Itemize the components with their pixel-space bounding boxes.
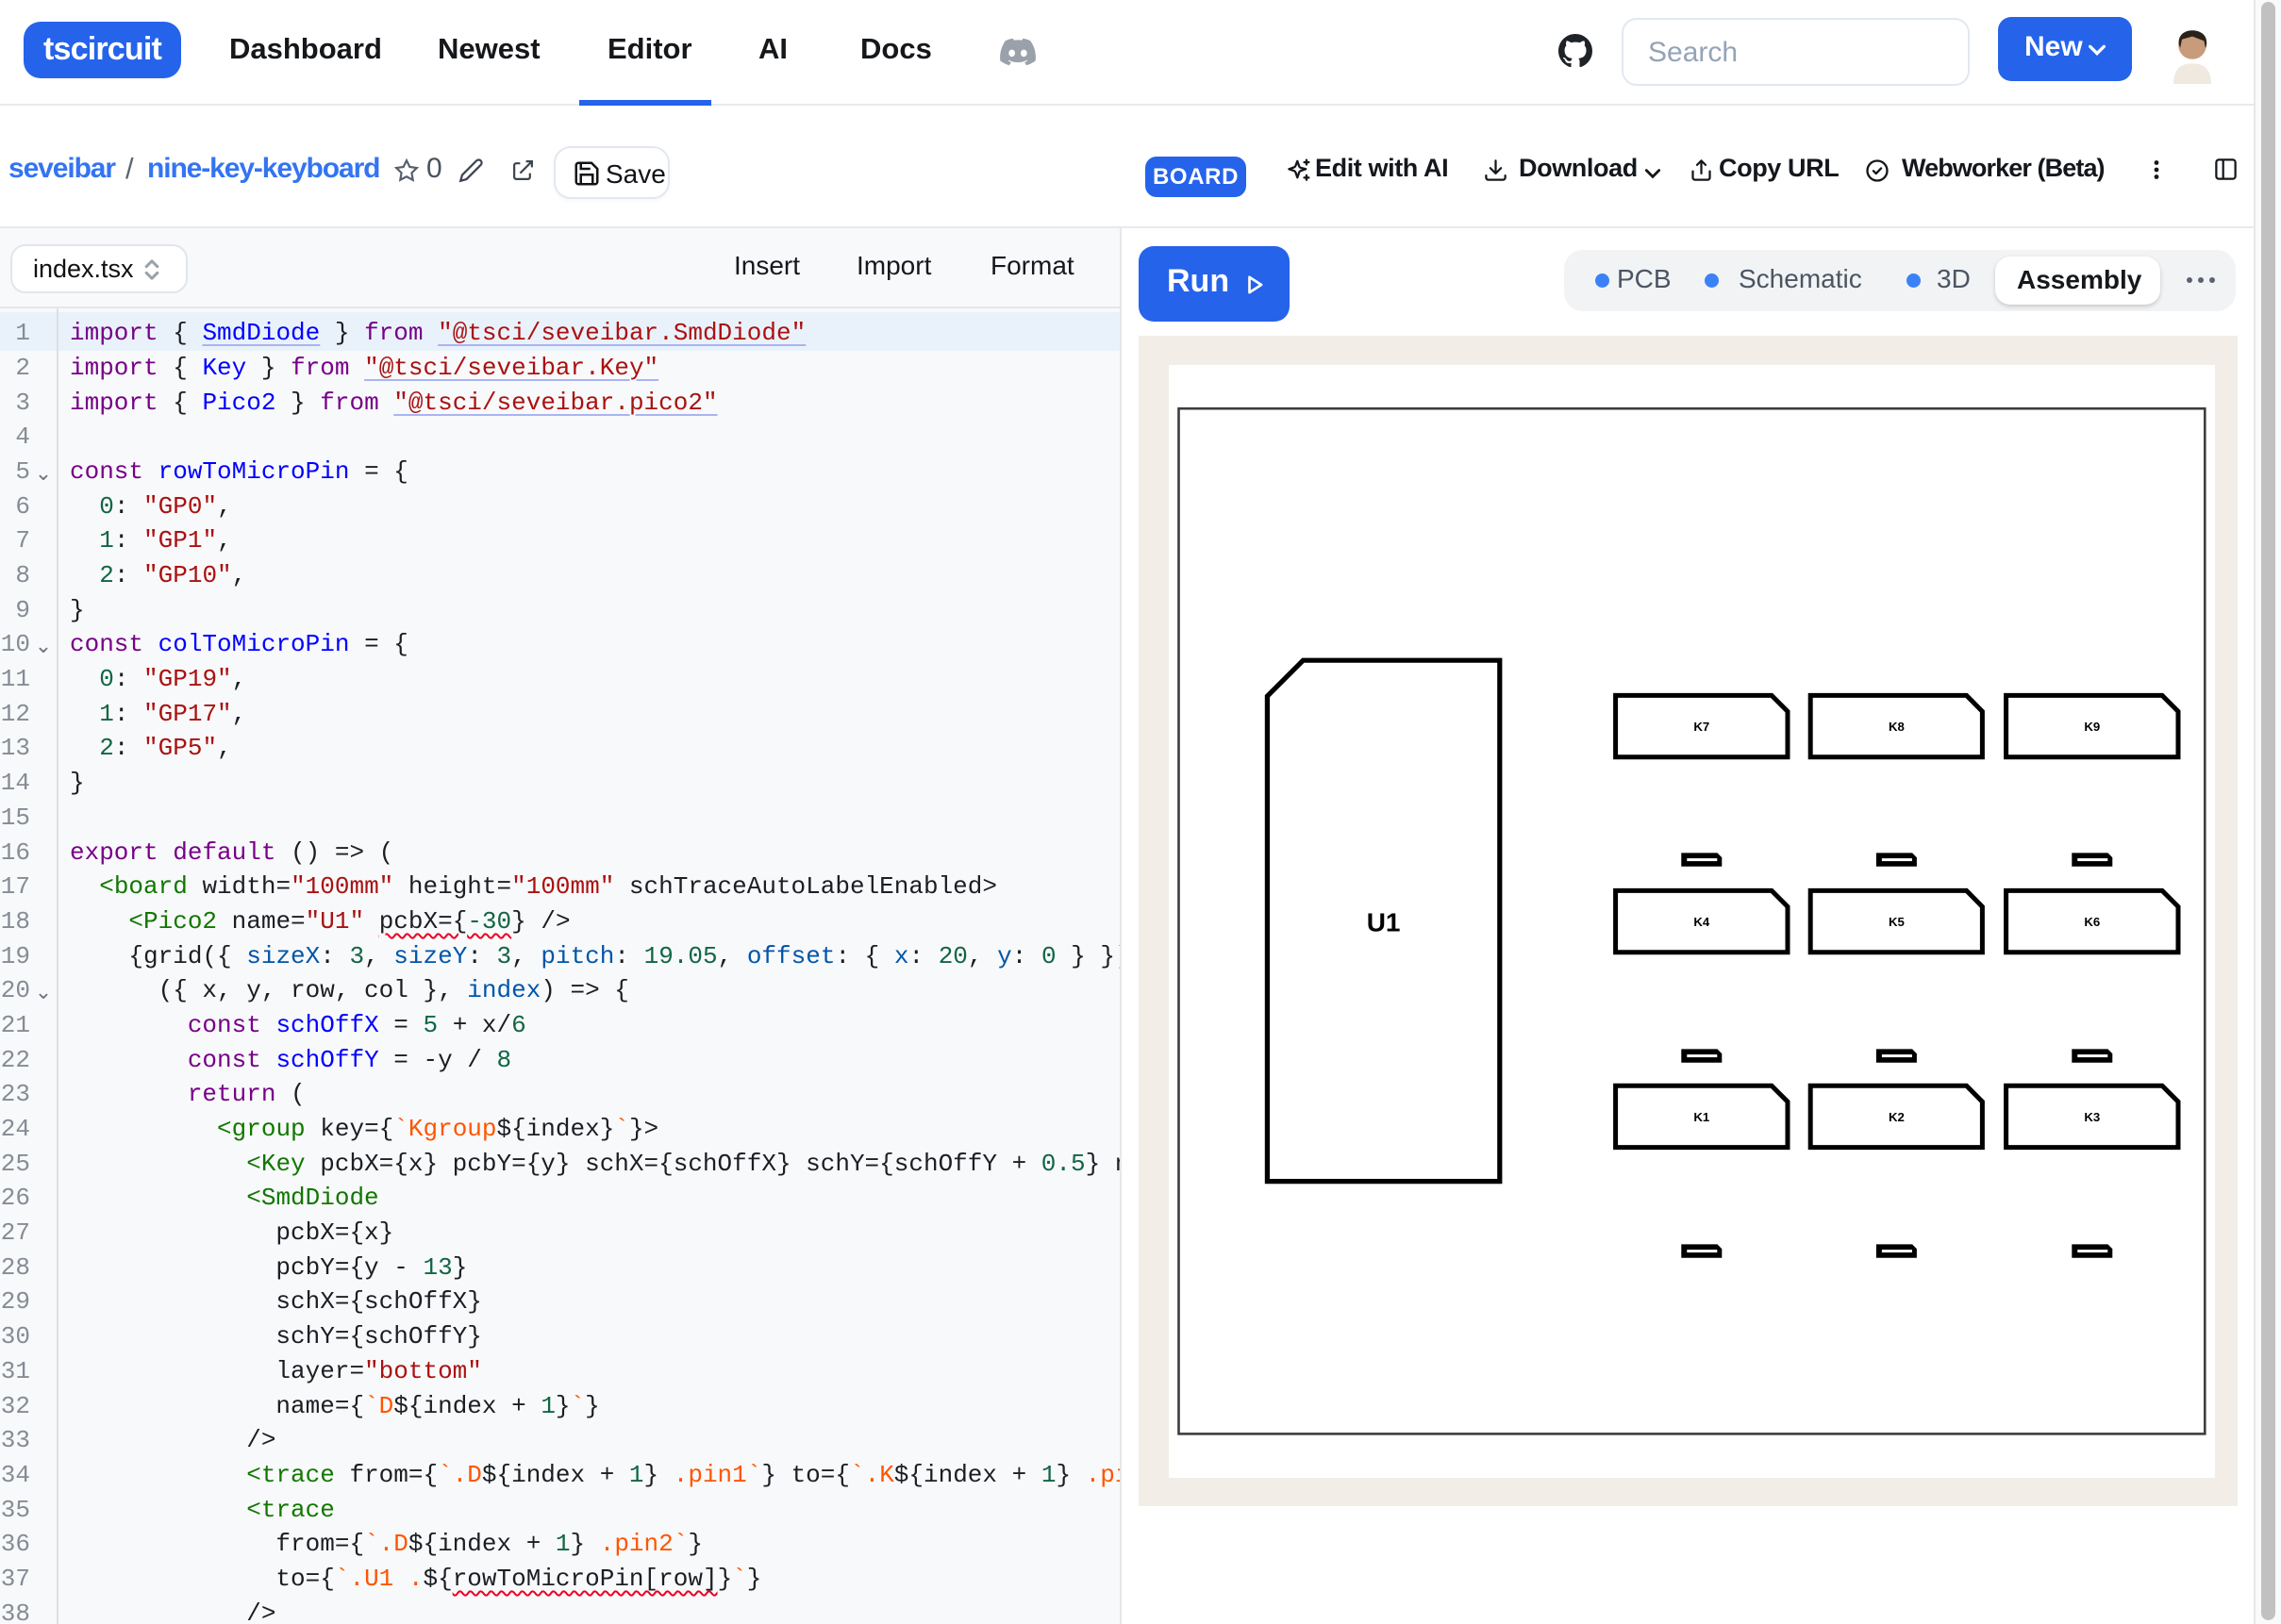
svg-text:K9: K9 [2085,720,2101,734]
svg-text:K5: K5 [1889,916,1905,930]
svg-text:K4: K4 [1694,916,1711,930]
svg-text:K7: K7 [1694,720,1710,734]
svg-text:K6: K6 [2085,916,2101,930]
svg-text:K2: K2 [1889,1110,1905,1124]
svg-text:U1: U1 [1367,908,1401,937]
svg-text:K8: K8 [1889,720,1905,734]
svg-text:K1: K1 [1694,1110,1710,1124]
svg-text:K3: K3 [2085,1110,2101,1124]
